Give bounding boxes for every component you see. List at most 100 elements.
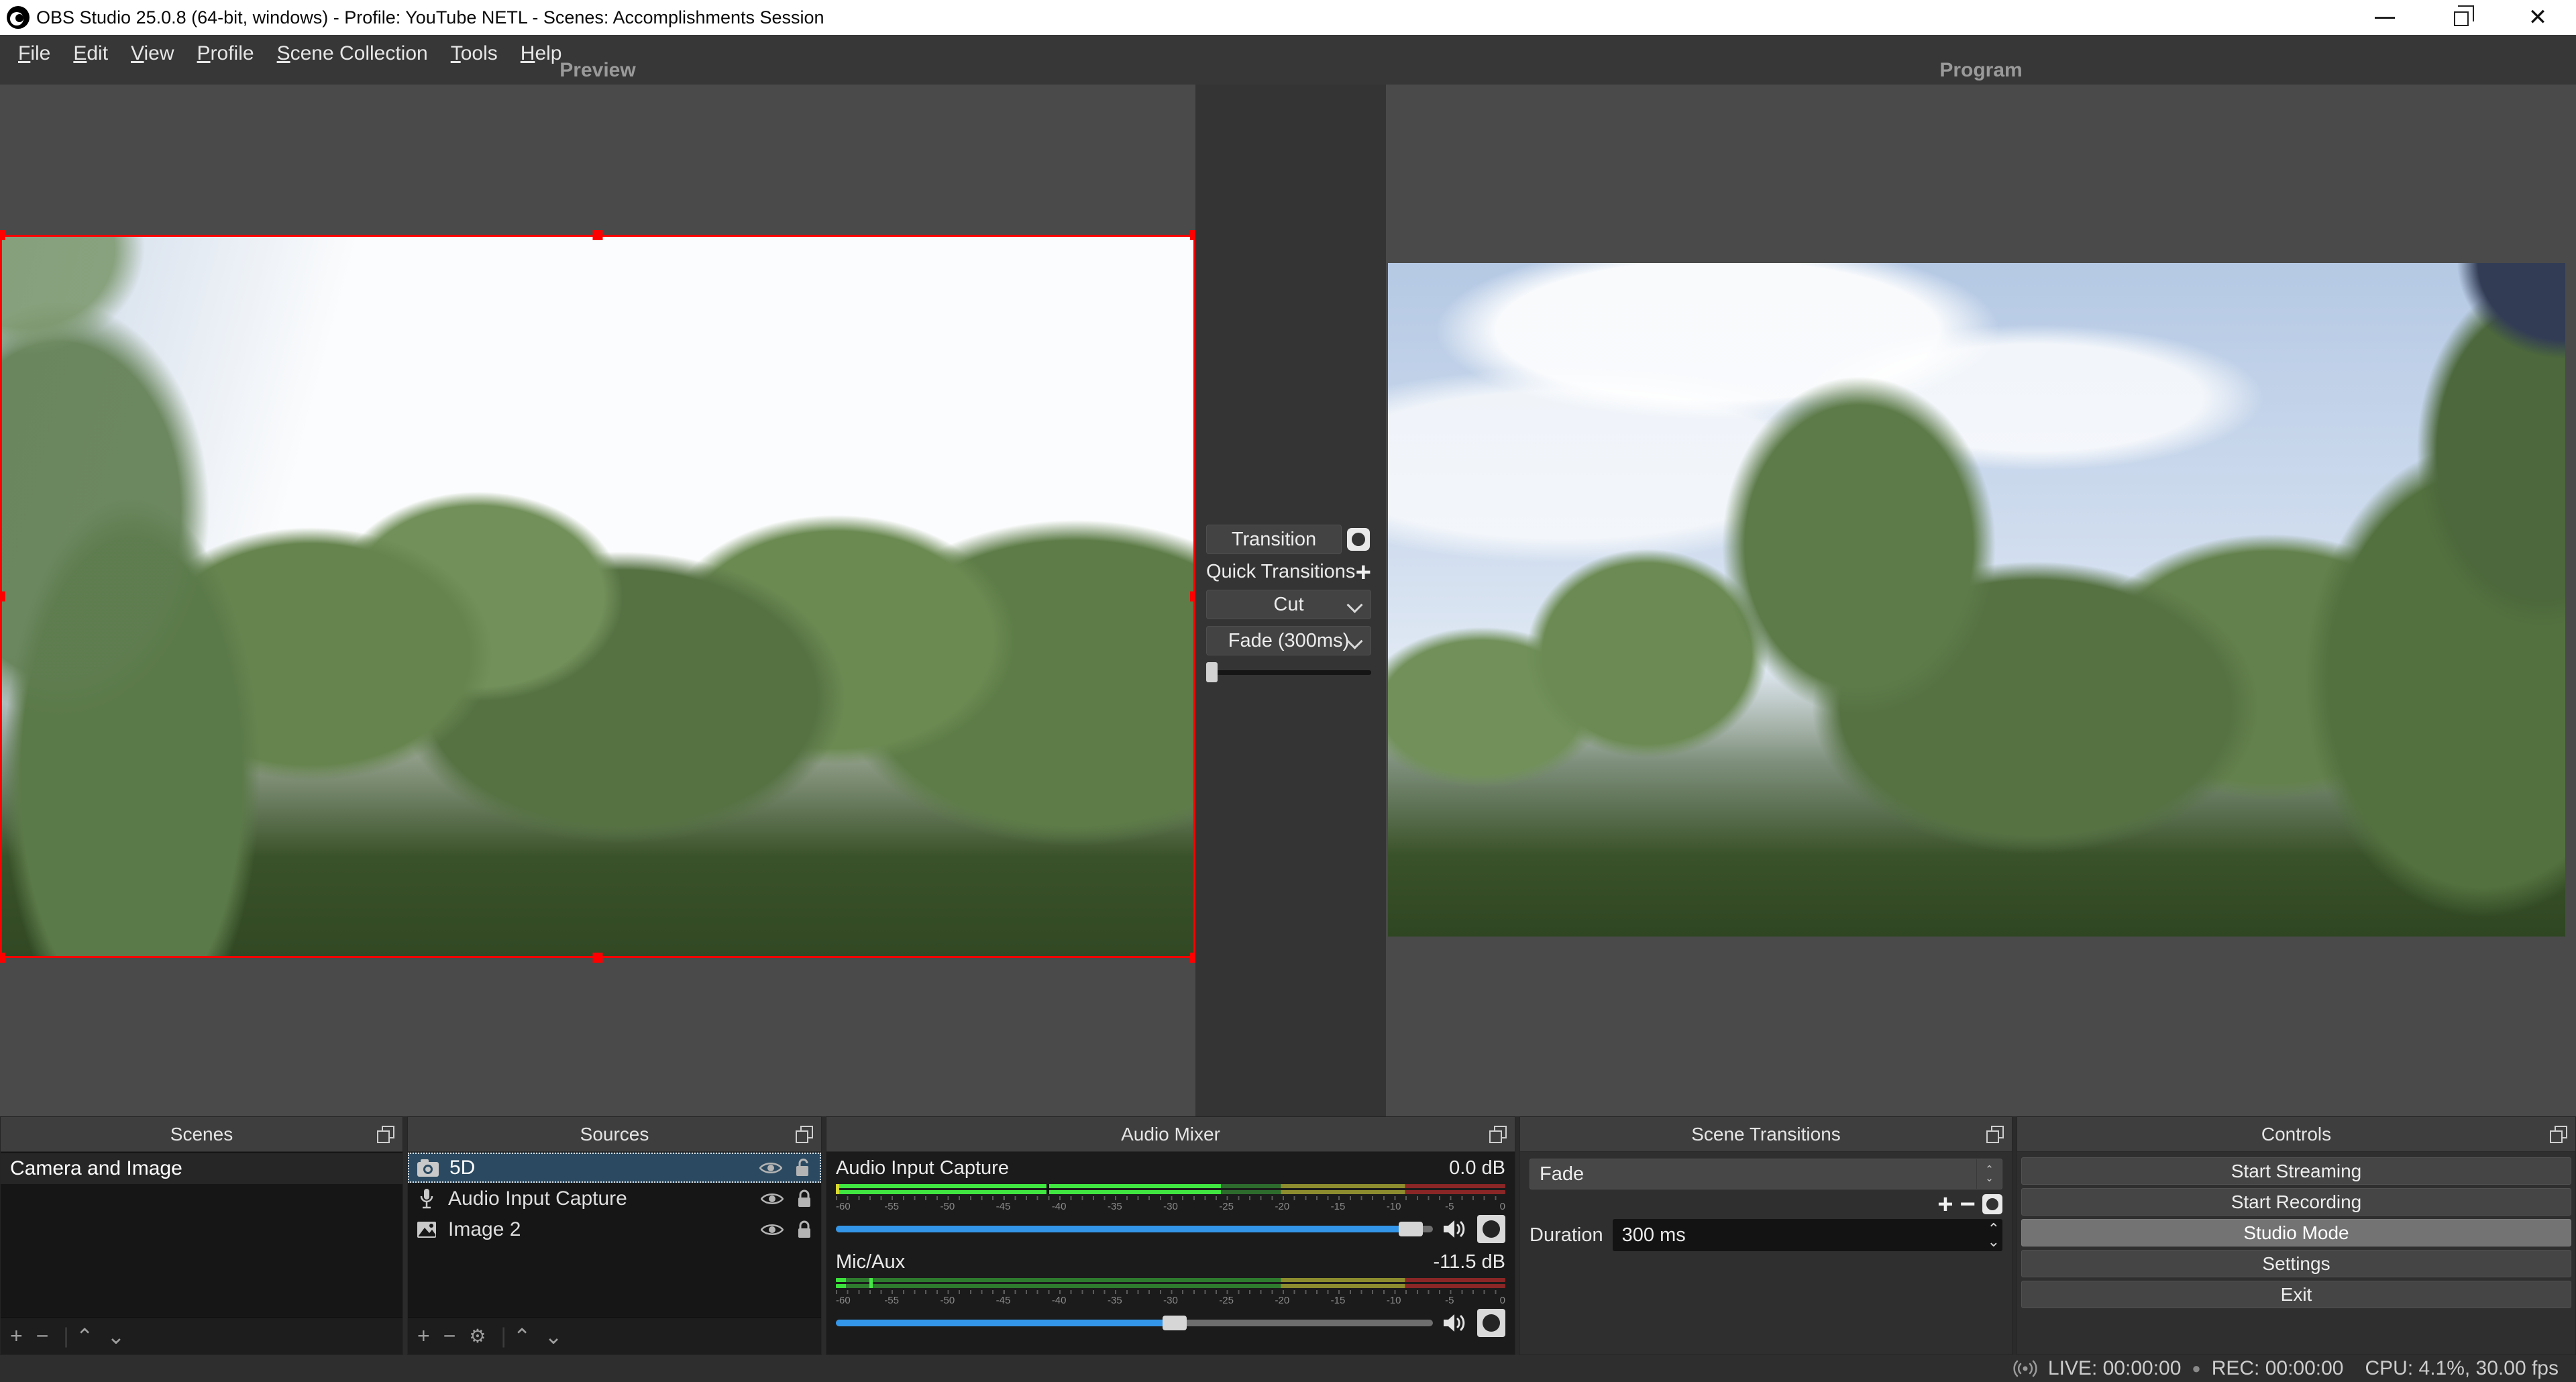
meter-tick-label: -5 — [1445, 1201, 1454, 1212]
bottom-docks: Scenes Camera and Image + − | ⌃ ⌄ Source… — [0, 1116, 2576, 1355]
studio-mode-button[interactable]: Studio Mode — [2021, 1219, 2571, 1246]
combo-spinner-icon[interactable]: ⌃⌄ — [1976, 1159, 2002, 1189]
volume-meter — [836, 1184, 1505, 1195]
selection-handle-bottom-center[interactable] — [593, 953, 603, 963]
sources-header: Sources — [408, 1117, 821, 1152]
scene-up-icon[interactable]: ⌃ — [76, 1324, 94, 1349]
source-row-audio-input-capture[interactable]: Audio Input Capture — [408, 1183, 821, 1214]
selection-handle-mid-right[interactable] — [1190, 592, 1195, 602]
minimize-button[interactable] — [2347, 0, 2423, 35]
controls-dock: Controls Start Streaming Start Recording… — [2017, 1116, 2576, 1355]
volume-slider-fill — [836, 1226, 1412, 1232]
selection-handle-bottom-left[interactable] — [0, 953, 5, 963]
quick-transitions-label: Quick Transitions — [1206, 561, 1356, 583]
scenes-dock: Scenes Camera and Image + − | ⌃ ⌄ — [0, 1116, 403, 1355]
popout-icon[interactable] — [377, 1126, 394, 1143]
eye-icon[interactable] — [761, 1222, 784, 1237]
close-button[interactable]: ✕ — [2500, 0, 2576, 35]
quick-transition-fade-button[interactable]: Fade (300ms) — [1206, 626, 1371, 655]
program-pane — [1386, 85, 2576, 1116]
sources-dock: Sources 5D Audio Input Capture — [407, 1116, 822, 1355]
unlock-icon[interactable] — [794, 1158, 812, 1178]
input-peak-marker — [836, 1184, 839, 1194]
add-transition-icon[interactable]: + — [1937, 1194, 1953, 1214]
transition-properties-icon[interactable] — [1347, 528, 1370, 551]
preview-video[interactable] — [0, 235, 1195, 958]
camera-icon — [415, 1159, 441, 1177]
obs-window: OBS Studio 25.0.8 (64-bit, windows) - Pr… — [0, 0, 2576, 1382]
start-streaming-button[interactable]: Start Streaming — [2021, 1157, 2571, 1185]
meter-tick-label: -25 — [1219, 1295, 1234, 1306]
popout-icon[interactable] — [1489, 1126, 1507, 1143]
transition-select[interactable]: Fade ⌃⌄ — [1529, 1159, 2002, 1189]
selection-handle-mid-left[interactable] — [0, 592, 5, 602]
popout-icon[interactable] — [1986, 1126, 2004, 1143]
add-scene-icon[interactable]: + — [10, 1324, 23, 1348]
lock-icon[interactable] — [796, 1220, 813, 1240]
meter-tick-label: -50 — [940, 1201, 955, 1212]
image-icon — [413, 1221, 440, 1238]
selection-handle-top-left[interactable] — [0, 230, 5, 240]
channel-level-db: -11.5 dB — [1434, 1251, 1505, 1273]
transition-slider-handle[interactable] — [1206, 662, 1218, 682]
meter-tick-label: -30 — [1163, 1201, 1178, 1212]
selection-border — [0, 235, 1195, 958]
eye-icon[interactable] — [761, 1191, 784, 1206]
transition-slider[interactable] — [1206, 662, 1371, 682]
selection-handle-top-right[interactable] — [1190, 230, 1195, 240]
meter-tick-label: -35 — [1108, 1295, 1122, 1306]
popout-icon[interactable] — [2550, 1126, 2567, 1143]
source-row-5d[interactable]: 5D — [408, 1153, 821, 1183]
exit-button[interactable]: Exit — [2021, 1281, 2571, 1308]
restore-button[interactable] — [2423, 0, 2500, 35]
popout-icon[interactable] — [796, 1126, 813, 1143]
scene-transitions-dock: Scene Transitions Fade ⌃⌄ + − Duration 3… — [1519, 1116, 2012, 1355]
volume-slider-handle[interactable] — [1399, 1222, 1423, 1236]
eye-icon[interactable] — [759, 1161, 782, 1175]
scene-item-camera-and-image[interactable]: Camera and Image — [1, 1153, 402, 1184]
lock-icon[interactable] — [796, 1189, 813, 1209]
mixer-config-button[interactable] — [1477, 1309, 1505, 1337]
duration-spinbox[interactable]: 300 ms ⌃⌄ — [1613, 1219, 2002, 1251]
restore-icon — [2454, 11, 2469, 26]
add-quick-transition-icon[interactable]: + — [1356, 562, 1371, 582]
source-down-icon[interactable]: ⌄ — [545, 1324, 563, 1349]
chevron-down-icon — [1348, 595, 1362, 610]
add-source-icon[interactable]: + — [417, 1324, 430, 1348]
remove-scene-icon[interactable]: − — [36, 1324, 49, 1348]
spinbox-arrows-icon[interactable]: ⌃⌄ — [1988, 1219, 2000, 1251]
mixer-channel-mic-aux: Mic/Aux -11.5 dB -60-55-50-45-40-35-30-2… — [836, 1251, 1505, 1338]
chevron-down-icon — [1348, 631, 1362, 646]
source-properties-gear-icon[interactable]: ⚙ — [469, 1325, 486, 1347]
program-video[interactable] — [1388, 263, 2565, 937]
program-label: Program — [1386, 59, 2576, 82]
remove-transition-icon[interactable]: − — [1960, 1194, 1976, 1214]
mixer-config-button[interactable] — [1477, 1215, 1505, 1243]
transition-button[interactable]: Transition — [1206, 525, 1342, 554]
volume-slider-row — [836, 1308, 1505, 1338]
quick-transition-cut-button[interactable]: Cut — [1206, 590, 1371, 619]
source-row-image-2[interactable]: Image 2 — [408, 1214, 821, 1244]
meter-tick-label: -40 — [1052, 1201, 1067, 1212]
selection-handle-bottom-right[interactable] — [1190, 953, 1195, 963]
volume-slider-handle[interactable] — [1163, 1316, 1187, 1330]
close-icon: ✕ — [2528, 6, 2548, 29]
source-up-icon[interactable]: ⌃ — [513, 1324, 531, 1349]
rec-status-dot: ● — [2192, 1360, 2200, 1377]
settings-button[interactable]: Settings — [2021, 1250, 2571, 1277]
transition-slider-track[interactable] — [1206, 670, 1371, 675]
start-recording-button[interactable]: Start Recording — [2021, 1188, 2571, 1216]
meter-tick-label: -40 — [1052, 1295, 1067, 1306]
scene-down-icon[interactable]: ⌄ — [107, 1324, 125, 1349]
speaker-icon[interactable] — [1442, 1218, 1468, 1240]
obs-logo-icon — [7, 6, 30, 29]
remove-source-icon[interactable]: − — [443, 1324, 456, 1348]
controls-header: Controls — [2017, 1117, 2575, 1152]
selection-handle-top-center[interactable] — [593, 230, 603, 240]
sources-toolbar: + − ⚙ | ⌃ ⌄ — [408, 1317, 821, 1354]
volume-slider-track[interactable] — [836, 1226, 1433, 1232]
speaker-icon[interactable] — [1442, 1312, 1468, 1334]
meter-tick-label: -35 — [1108, 1201, 1122, 1212]
volume-slider-track[interactable] — [836, 1320, 1433, 1326]
transition-properties-icon[interactable] — [1982, 1194, 2002, 1214]
